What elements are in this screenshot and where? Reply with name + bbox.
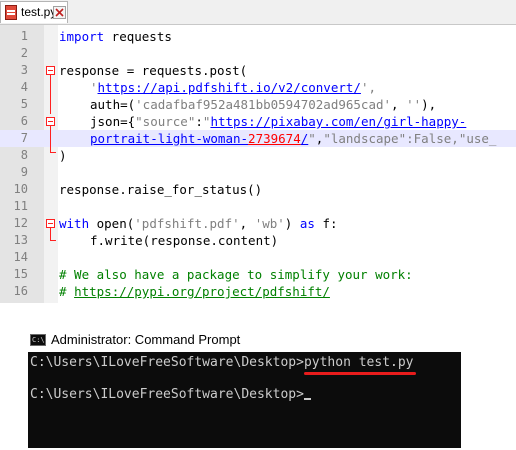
line-number: 7 [20,131,28,145]
console-line-1: C:\Users\ILoveFreeSoftware\Desktop>pytho… [30,355,414,370]
code-line-13[interactable]: 13 f.write(response.content) [0,232,516,249]
code-line-2[interactable]: 2 [0,45,516,62]
api-key-string: 'cadafbaf952a481bb0594702ad965cad' [135,97,392,112]
red-underline-annotation [304,372,416,375]
code-line-11[interactable]: 11 [0,198,516,215]
code-line-10[interactable]: 10 response.raise_for_status() [0,181,516,198]
line-number: 1 [20,29,28,43]
fold-end-marker [50,240,56,241]
line-number: 13 [13,233,28,247]
code-line-15[interactable]: 15 # We also have a package to simplify … [0,266,516,283]
line-number: 3 [20,63,28,77]
code-text: response = requests.post( [59,63,248,78]
api-url-link: https://api.pdfshift.io/v2/convert/ [97,80,361,95]
tab-test-py[interactable]: test.py [0,1,68,23]
code-line-4[interactable]: 4 'https://api.pdfshift.io/v2/convert/', [0,79,516,96]
code-line-3[interactable]: 3 response = requests.post( [0,62,516,79]
code-editor[interactable]: test.py 1 import requests 2 3 response =… [0,0,516,303]
code-line-8[interactable]: 8 ) [0,147,516,164]
line-number: 12 [13,216,28,230]
fold-guide [50,126,51,152]
code-line-16[interactable]: 16 # https://pypi.org/project/pdfshift/ [0,283,516,300]
python-file-icon [5,5,17,20]
line-number: 4 [20,80,28,94]
line-number: 10 [13,182,28,196]
code-line-7-active[interactable]: 7 portrait-light-woman-2739674/","landsc… [0,130,516,147]
line-number: 2 [20,46,28,60]
code-line-14[interactable]: 14 [0,249,516,266]
line-number: 6 [20,114,28,128]
code-line-5[interactable]: 5 auth=('cadafbaf952a481bb0594702ad965ca… [0,96,516,113]
code-text: requests [104,29,172,44]
cmd-titlebar[interactable]: C:\ Administrator: Command Prompt [28,328,461,352]
line-number: 15 [13,267,28,281]
line-number: 14 [13,250,28,264]
line-number: 9 [20,165,28,179]
code-line-1[interactable]: 1 import requests [0,28,516,45]
command-prompt-icon: C:\ [30,334,46,346]
command-prompt-window[interactable]: C:\ Administrator: Command Prompt C:\Use… [28,328,461,448]
comment: # [59,284,75,299]
fold-collapse-icon[interactable] [46,219,55,228]
fold-end-marker [50,152,56,153]
line-number: 5 [20,97,28,111]
line-number: 11 [13,199,28,213]
fold-collapse-icon[interactable] [46,117,55,126]
fold-guide [50,228,51,240]
tab-label: test.py [21,5,57,19]
fold-collapse-icon[interactable] [46,66,55,75]
source-url-link: https://pixabay.com/en/girl-happy- [210,114,467,129]
line-number: 8 [20,148,28,162]
text-cursor [303,398,311,400]
close-icon[interactable] [53,6,66,19]
fold-guide [50,75,51,114]
console-line-2: C:\Users\ILoveFreeSoftware\Desktop> [30,387,311,403]
code-line-12[interactable]: 12 with open('pdfshift.pdf', 'wb') as f: [0,215,516,232]
code-line-9[interactable]: 9 [0,164,516,181]
console-output[interactable]: C:\Users\ILoveFreeSoftware\Desktop> pytho… [28,352,461,448]
command-text: python test.py [303,355,414,370]
tab-bar: test.py [0,0,516,25]
line-number: 16 [13,284,28,298]
comment: # We also have a package to simplify you… [59,267,413,282]
window-title: Administrator: Command Prompt [51,332,241,347]
keyword: import [59,29,105,44]
code-line-6[interactable]: 6 json={"source":"https://pixabay.com/en… [0,113,516,130]
pypi-link: https://pypi.org/project/pdfshift/ [74,284,330,299]
